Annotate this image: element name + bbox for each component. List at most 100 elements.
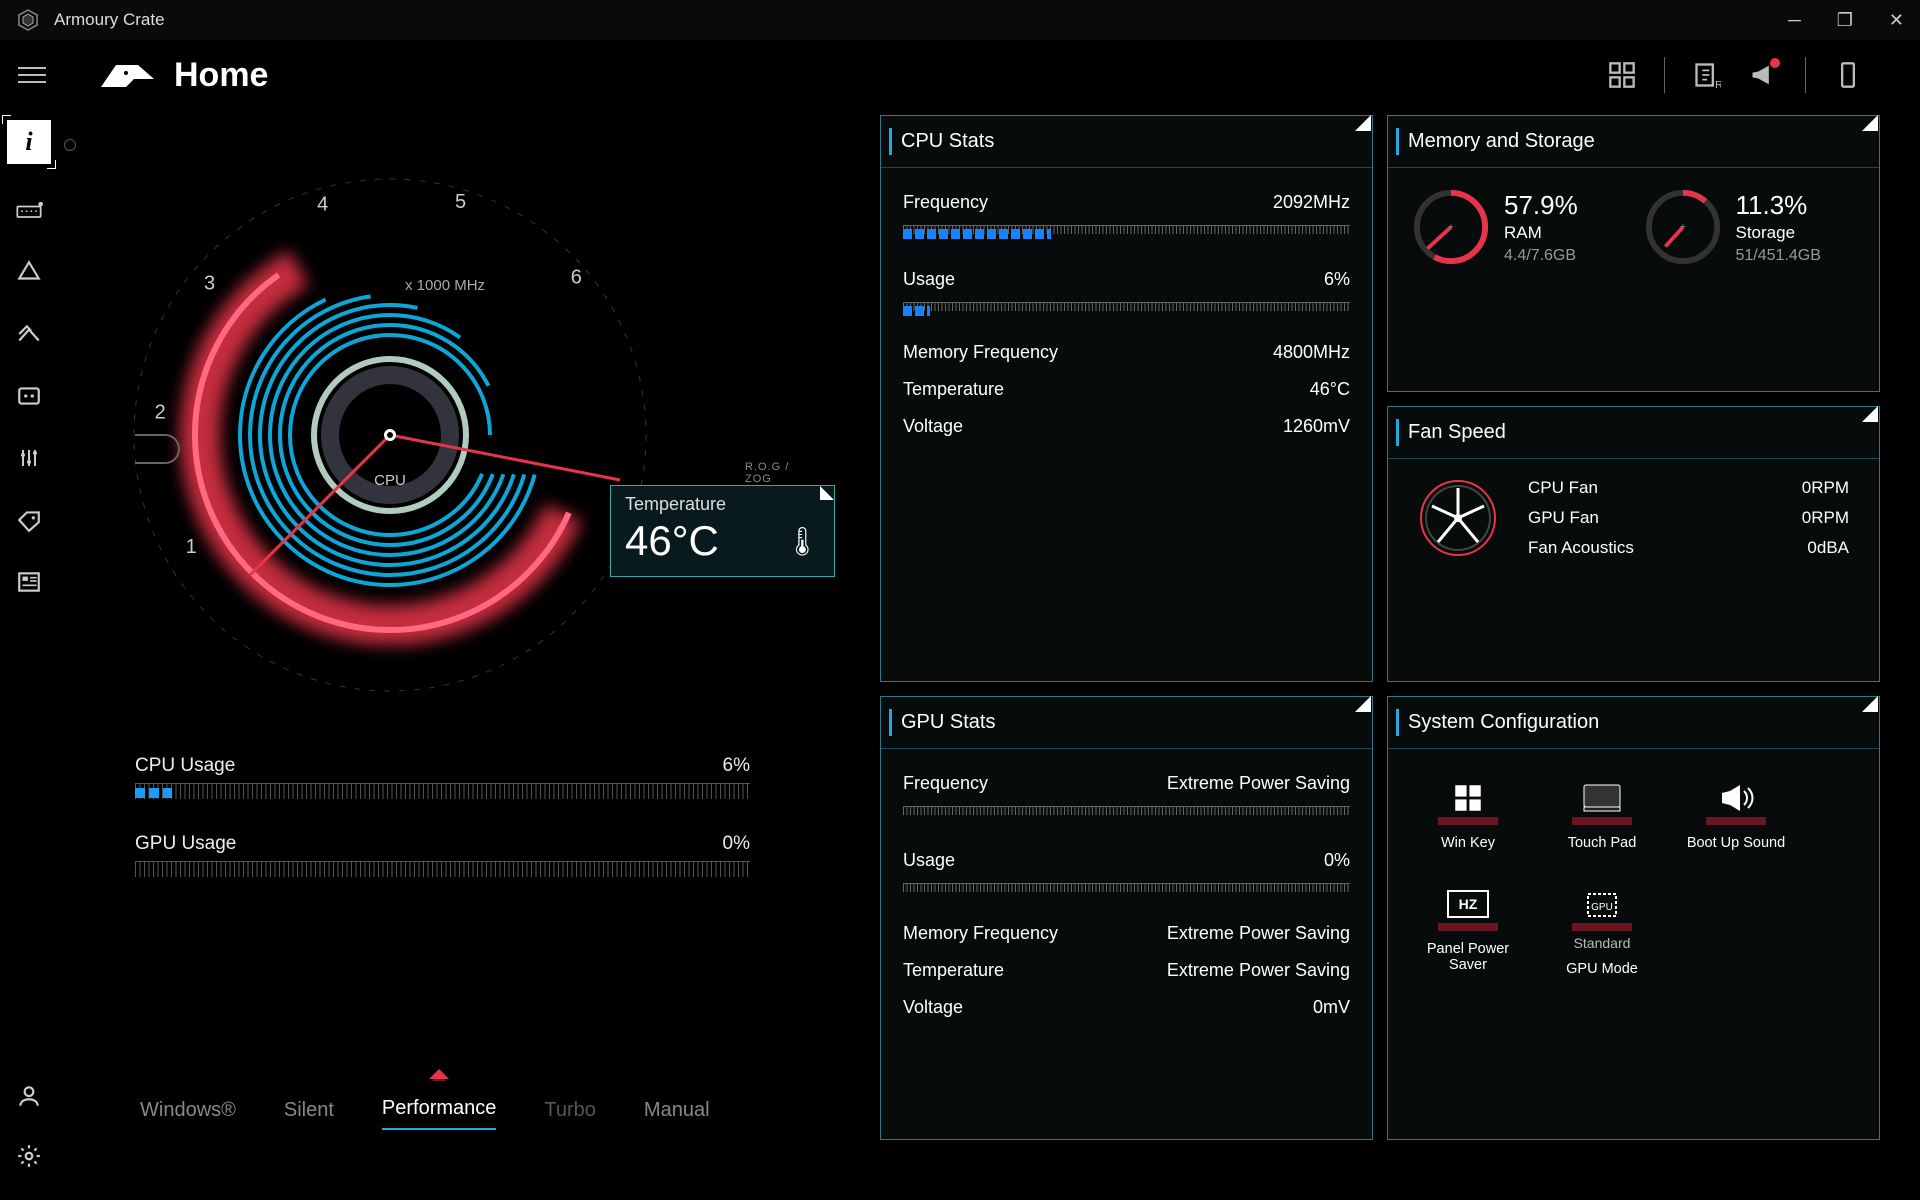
header: Home R bbox=[0, 40, 1920, 110]
recommend-icon[interactable]: R bbox=[1693, 61, 1721, 89]
page-title: Home bbox=[174, 56, 268, 95]
gpu-stats-panel: GPU Stats Frequency Extreme Power Saving… bbox=[880, 696, 1373, 1140]
temperature-label: Temperature bbox=[625, 494, 820, 515]
rog-badge-text: R.O.G / ZOG bbox=[745, 461, 800, 485]
sys-item-bootsound[interactable]: Boot Up Sound bbox=[1686, 779, 1786, 851]
mode-tab-windows[interactable]: Windows® bbox=[140, 1099, 236, 1130]
gauge-tick: 5 bbox=[455, 191, 466, 213]
stat-row: TemperatureExtreme Power Saving bbox=[903, 952, 1350, 989]
storage-dial-icon: + bbox=[1644, 188, 1722, 266]
cpu-usage-label: CPU Usage bbox=[135, 755, 235, 777]
deco-icon bbox=[64, 139, 76, 151]
sidebar-item-home[interactable]: i bbox=[7, 120, 51, 164]
fan-panel: Fan Speed CPU Fan0RPMGPU Fan0RPMFan Acou… bbox=[1387, 406, 1880, 681]
stat-row: Memory FrequencyExtreme Power Saving bbox=[903, 915, 1350, 952]
gauge-tick: 1 bbox=[186, 536, 197, 558]
close-button[interactable]: ✕ bbox=[1889, 10, 1904, 31]
storage-cell: + 11.3% Storage 51/451.4GB bbox=[1644, 188, 1856, 266]
stat-row: Voltage0mV bbox=[903, 989, 1350, 1026]
separator bbox=[1805, 57, 1806, 93]
rog-logo-icon bbox=[96, 57, 156, 93]
minimize-button[interactable]: ─ bbox=[1788, 10, 1801, 31]
stat-row: Voltage1260mV bbox=[903, 408, 1350, 445]
fan-icon bbox=[1418, 478, 1498, 558]
app-icon bbox=[16, 8, 40, 32]
storage-pct: 11.3% bbox=[1736, 190, 1821, 221]
sidebar-item-aura[interactable] bbox=[13, 256, 45, 288]
fan-row: Fan Acoustics0dBA bbox=[1528, 533, 1849, 563]
gpu-usage2-value: 0% bbox=[1324, 850, 1350, 871]
sidebar-item-keyboard[interactable] bbox=[13, 194, 45, 226]
svg-text:GPU: GPU bbox=[1591, 902, 1613, 913]
cpu-stats-panel: CPU Stats Frequency 2092MHz Usage 6% Mem… bbox=[880, 115, 1373, 682]
gauge-tick: 3 bbox=[204, 273, 215, 295]
sidebar-item-settings[interactable] bbox=[13, 1140, 45, 1172]
separator bbox=[1664, 57, 1665, 93]
mode-tabs: Windows® Silent Performance Turbo Manual bbox=[140, 1097, 710, 1130]
sidebar-item-deals[interactable] bbox=[13, 504, 45, 536]
sidebar-item-user[interactable] bbox=[13, 1080, 45, 1112]
system-config-title: System Configuration bbox=[1388, 697, 1879, 749]
sidebar-item-content[interactable] bbox=[13, 566, 45, 598]
cpu-freq-value: 2092MHz bbox=[1273, 192, 1350, 213]
cpu-usage2-value: 6% bbox=[1324, 269, 1350, 290]
mode-tab-turbo[interactable]: Turbo bbox=[544, 1099, 596, 1130]
mode-tab-silent[interactable]: Silent bbox=[284, 1099, 334, 1130]
sidebar: i bbox=[0, 110, 58, 1200]
mode-tab-performance[interactable]: Performance bbox=[382, 1097, 497, 1130]
sidebar-item-sliders[interactable] bbox=[13, 442, 45, 474]
maximize-button[interactable]: ❐ bbox=[1837, 10, 1853, 31]
sys-item-gpu[interactable]: GPUStandardGPU Mode bbox=[1552, 885, 1652, 977]
gauge-tick: 4 bbox=[317, 194, 328, 216]
sys-item-winkey[interactable]: Win Key bbox=[1418, 779, 1518, 851]
cpu-stats-title: CPU Stats bbox=[881, 116, 1372, 168]
cpu-freq-label: Frequency bbox=[903, 192, 988, 213]
cpu-usage2-label: Usage bbox=[903, 269, 955, 290]
gpu-freq-value: Extreme Power Saving bbox=[1167, 773, 1350, 794]
gpu-freq-label: Frequency bbox=[903, 773, 988, 794]
gauge-tick: 6 bbox=[571, 266, 582, 288]
thermometer-icon: 🌡 bbox=[784, 525, 820, 558]
gpu-icon: GPU bbox=[1572, 885, 1632, 931]
cpu-usage2-bar bbox=[903, 302, 1350, 316]
gpu-usage-value: 0% bbox=[723, 833, 750, 855]
svg-text:R: R bbox=[1715, 79, 1721, 89]
cpu-usage-value: 6% bbox=[723, 755, 750, 777]
ram-name: RAM bbox=[1504, 223, 1578, 243]
cpu-usage-bar bbox=[135, 783, 750, 799]
cpu-freq-bar bbox=[903, 225, 1350, 239]
memory-title: Memory and Storage bbox=[1388, 116, 1879, 168]
sidebar-item-game-library[interactable] bbox=[13, 380, 45, 412]
grid-view-icon[interactable] bbox=[1608, 61, 1636, 89]
stats-panels: CPU Stats Frequency 2092MHz Usage 6% Mem… bbox=[880, 115, 1900, 1140]
bootsound-icon bbox=[1706, 779, 1766, 825]
window-controls: ─ ❐ ✕ bbox=[1788, 10, 1904, 31]
app-title: Armoury Crate bbox=[54, 10, 165, 30]
svg-text:+: + bbox=[1680, 222, 1686, 233]
memory-panel: Memory and Storage + 57.9% RAM 4.4/7.6GB bbox=[1387, 115, 1880, 392]
hamburger-icon[interactable] bbox=[18, 62, 46, 88]
hz-icon: HZ bbox=[1438, 885, 1498, 931]
svg-text:HZ: HZ bbox=[1459, 896, 1478, 912]
stat-row: Temperature46°C bbox=[903, 371, 1350, 408]
main: 123456 x 1000 MHz bbox=[70, 115, 1900, 1140]
device-icon[interactable] bbox=[1834, 61, 1862, 89]
announcement-icon[interactable] bbox=[1749, 61, 1777, 89]
sidebar-item-scenario[interactable] bbox=[13, 318, 45, 350]
sys-item-hz[interactable]: HZPanel Power Saver bbox=[1418, 885, 1518, 977]
fan-title: Fan Speed bbox=[1388, 407, 1879, 459]
gpu-freq-bar bbox=[903, 806, 1350, 820]
storage-sub: 51/451.4GB bbox=[1736, 247, 1821, 265]
mode-tab-manual[interactable]: Manual bbox=[644, 1099, 710, 1130]
touchpad-icon bbox=[1572, 779, 1632, 825]
gauge-tick: 2 bbox=[155, 402, 166, 424]
gauge-panel: 123456 x 1000 MHz bbox=[70, 115, 880, 1140]
sys-item-touchpad[interactable]: Touch Pad bbox=[1552, 779, 1652, 851]
winkey-icon bbox=[1438, 779, 1498, 825]
usage-block: CPU Usage 6% GPU Usage 0% bbox=[135, 755, 750, 877]
ram-cell: + 57.9% RAM 4.4/7.6GB bbox=[1412, 188, 1624, 266]
ram-dial-icon: + bbox=[1412, 188, 1490, 266]
fan-row: CPU Fan0RPM bbox=[1528, 473, 1849, 503]
gpu-usage-bar bbox=[135, 861, 750, 877]
system-config-panel: System Configuration Win Key Touch Pad Boo… bbox=[1387, 696, 1880, 1140]
